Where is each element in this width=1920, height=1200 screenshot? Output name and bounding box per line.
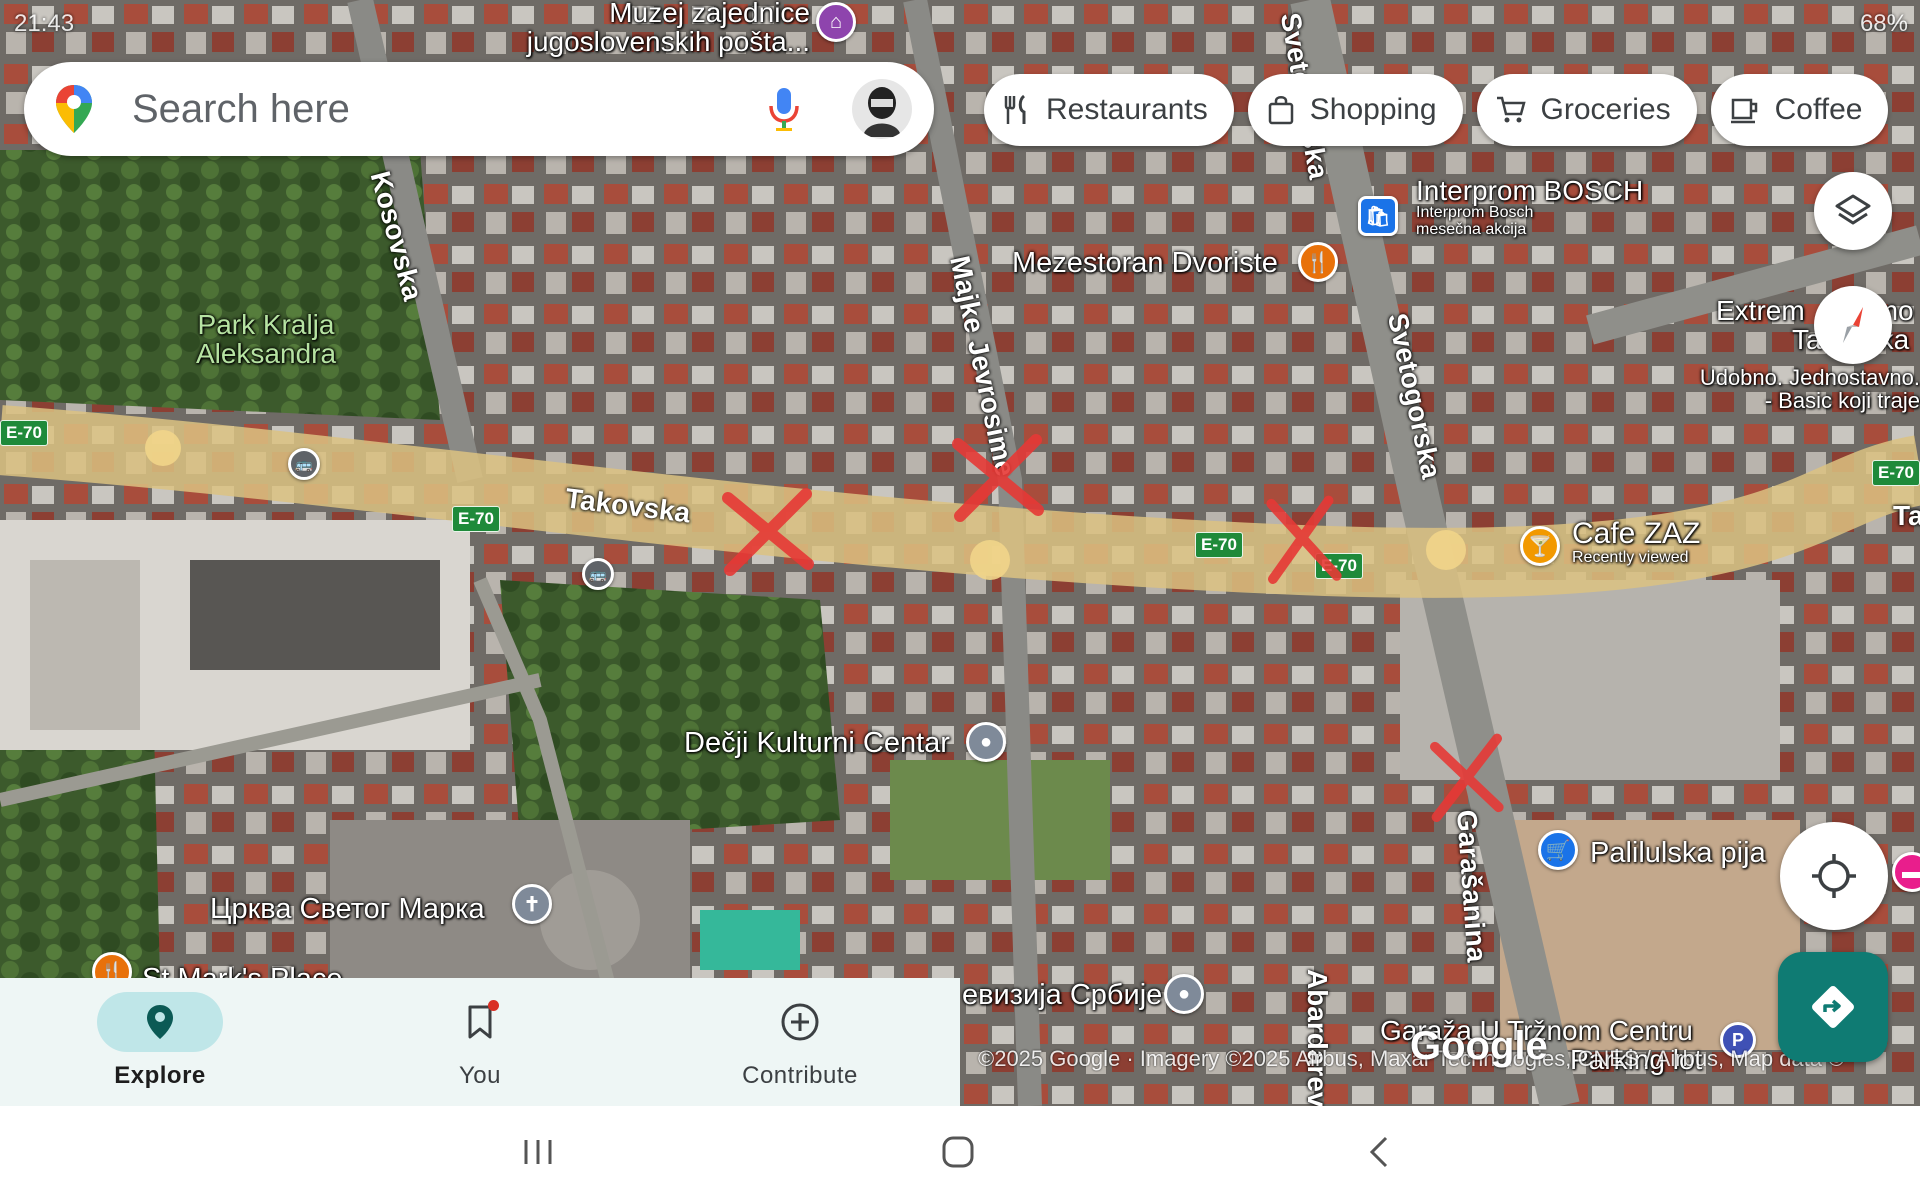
red-x-mark bbox=[1266, 495, 1342, 584]
my-location-button[interactable] bbox=[1780, 822, 1888, 930]
profile-picture-icon bbox=[863, 87, 901, 137]
mezestoran-label[interactable]: Mezestoran Dvoriste bbox=[1012, 248, 1278, 279]
google-logo: Google bbox=[1410, 1024, 1548, 1068]
interprom-sub1: Interprom Bosch bbox=[1416, 204, 1534, 222]
contribute-icon-wrap bbox=[737, 992, 863, 1052]
bus-stop-icon[interactable]: 🚌 bbox=[582, 558, 614, 590]
cart-icon bbox=[1496, 96, 1526, 123]
park-name: Park Kralja Aleksandra bbox=[195, 309, 337, 370]
recent-apps-icon[interactable] bbox=[520, 1134, 556, 1170]
compass-icon bbox=[1843, 307, 1863, 343]
cafe-zaz-name: Cafe ZAZ bbox=[1572, 517, 1701, 550]
status-time: 21:43 bbox=[14, 10, 75, 37]
nav-explore[interactable]: Explore bbox=[0, 978, 320, 1106]
shopping-pin[interactable]: 🛍 bbox=[1358, 196, 1398, 236]
nav-you[interactable]: You bbox=[320, 978, 640, 1106]
chip-shopping[interactable]: Shopping bbox=[1247, 74, 1463, 146]
church-pin[interactable]: ✝ bbox=[512, 884, 552, 924]
place-pin[interactable]: ● bbox=[966, 722, 1006, 762]
cafe-pin[interactable]: 🍸 bbox=[1520, 526, 1560, 566]
home-icon[interactable] bbox=[940, 1134, 976, 1170]
battery-level: 68% bbox=[1859, 10, 1908, 37]
bottom-navigation: Explore You Contribute bbox=[0, 978, 960, 1106]
red-x-mark bbox=[722, 488, 814, 576]
red-x-mark bbox=[952, 434, 1044, 522]
nav-label-contribute: Contribute bbox=[742, 1062, 858, 1089]
plus-circle-icon bbox=[781, 1003, 819, 1041]
extreme-name: Extrem bbox=[1716, 295, 1805, 326]
satellite-map[interactable]: Takovska Kosovska Majke Jevrosime Svetog… bbox=[0, 0, 1920, 1106]
chip-label: Restaurants bbox=[1046, 93, 1208, 126]
chip-coffee[interactable]: Coffee bbox=[1710, 74, 1889, 146]
road-shield: E-70 bbox=[1195, 532, 1243, 558]
crkva-label[interactable]: Црква Светог Марка bbox=[210, 894, 485, 925]
fork-knife-icon bbox=[1004, 94, 1026, 124]
category-chips: Restaurants Shopping Groceries Coffee bbox=[984, 74, 1889, 146]
avatar[interactable] bbox=[852, 79, 912, 139]
status-bar: 21:43 68% bbox=[0, 0, 1920, 46]
red-x-mark bbox=[1429, 733, 1504, 822]
chip-restaurants[interactable]: Restaurants bbox=[984, 74, 1234, 146]
place-pin-2[interactable]: ● bbox=[1164, 974, 1204, 1014]
restaurant-pin[interactable]: 🍴 bbox=[1298, 242, 1338, 282]
directions-button[interactable] bbox=[1778, 952, 1888, 1062]
directions-icon bbox=[1812, 986, 1854, 1028]
street-label-abardareva: Abardareva bbox=[1302, 968, 1334, 1106]
explore-icon-wrap bbox=[97, 992, 223, 1052]
back-icon[interactable] bbox=[1362, 1134, 1398, 1170]
notification-dot bbox=[488, 1000, 499, 1011]
decji-centar-label[interactable]: Dečji Kulturni Centar bbox=[684, 728, 950, 759]
search-bar[interactable]: Search here bbox=[24, 62, 934, 156]
chip-groceries[interactable]: Groceries bbox=[1476, 74, 1697, 146]
road-shield: E-70 bbox=[452, 506, 500, 532]
microphone-icon[interactable] bbox=[764, 84, 804, 134]
nav-contribute[interactable]: Contribute bbox=[640, 978, 960, 1106]
layers-icon bbox=[1835, 194, 1871, 225]
extreme-desc: Udobno. Jednostavno. - Basic koji traje bbox=[1688, 366, 1920, 412]
market-pin[interactable]: 🛒 bbox=[1538, 830, 1578, 870]
search-input[interactable]: Search here bbox=[132, 87, 764, 132]
you-icon-wrap bbox=[417, 992, 543, 1052]
interprom-title: Interprom BOSCH bbox=[1416, 175, 1644, 206]
google-maps-logo-icon bbox=[56, 85, 92, 133]
system-navigation-bar bbox=[0, 1106, 1920, 1200]
rts-label[interactable]: евизија Србије bbox=[962, 980, 1162, 1011]
bus-stop-icon[interactable]: 🚌 bbox=[288, 448, 320, 480]
interprom-sub2: mesečna akcija bbox=[1416, 221, 1527, 239]
chip-label: Groceries bbox=[1540, 93, 1671, 126]
cafe-zaz-sub: Recently viewed bbox=[1572, 548, 1689, 566]
location-pin-icon bbox=[147, 1005, 173, 1039]
road-shield: E-70 bbox=[0, 420, 48, 446]
chip-label: Coffee bbox=[1774, 93, 1863, 126]
compass-button[interactable] bbox=[1814, 286, 1892, 364]
shopping-bag-icon bbox=[1268, 96, 1293, 125]
park-label[interactable]: Park Kralja Aleksandra bbox=[186, 310, 346, 369]
nav-label-you: You bbox=[459, 1062, 501, 1089]
cafe-zaz-label[interactable]: Cafe ZAZ Recently viewed bbox=[1572, 518, 1700, 566]
coffee-icon bbox=[1730, 98, 1757, 124]
nav-label-explore: Explore bbox=[114, 1062, 206, 1089]
interprom-label[interactable]: Interprom BOSCH Interprom Bosch mesečna … bbox=[1416, 176, 1643, 239]
street-label-takovska-right: Ta bbox=[1893, 500, 1920, 531]
crosshair-icon bbox=[1812, 854, 1856, 898]
extreme-desc-line2: - Basic koji traje bbox=[1764, 388, 1920, 414]
layers-button[interactable] bbox=[1814, 172, 1892, 250]
chip-label: Shopping bbox=[1309, 93, 1437, 126]
road-shield: E-70 bbox=[1872, 460, 1920, 486]
extreme-desc-line1: Udobno. Jednostavno. bbox=[1699, 365, 1920, 390]
screen: Takovska Kosovska Majke Jevrosime Svetog… bbox=[0, 0, 1920, 1200]
palilulska-label[interactable]: Palilulska pija bbox=[1590, 838, 1766, 869]
